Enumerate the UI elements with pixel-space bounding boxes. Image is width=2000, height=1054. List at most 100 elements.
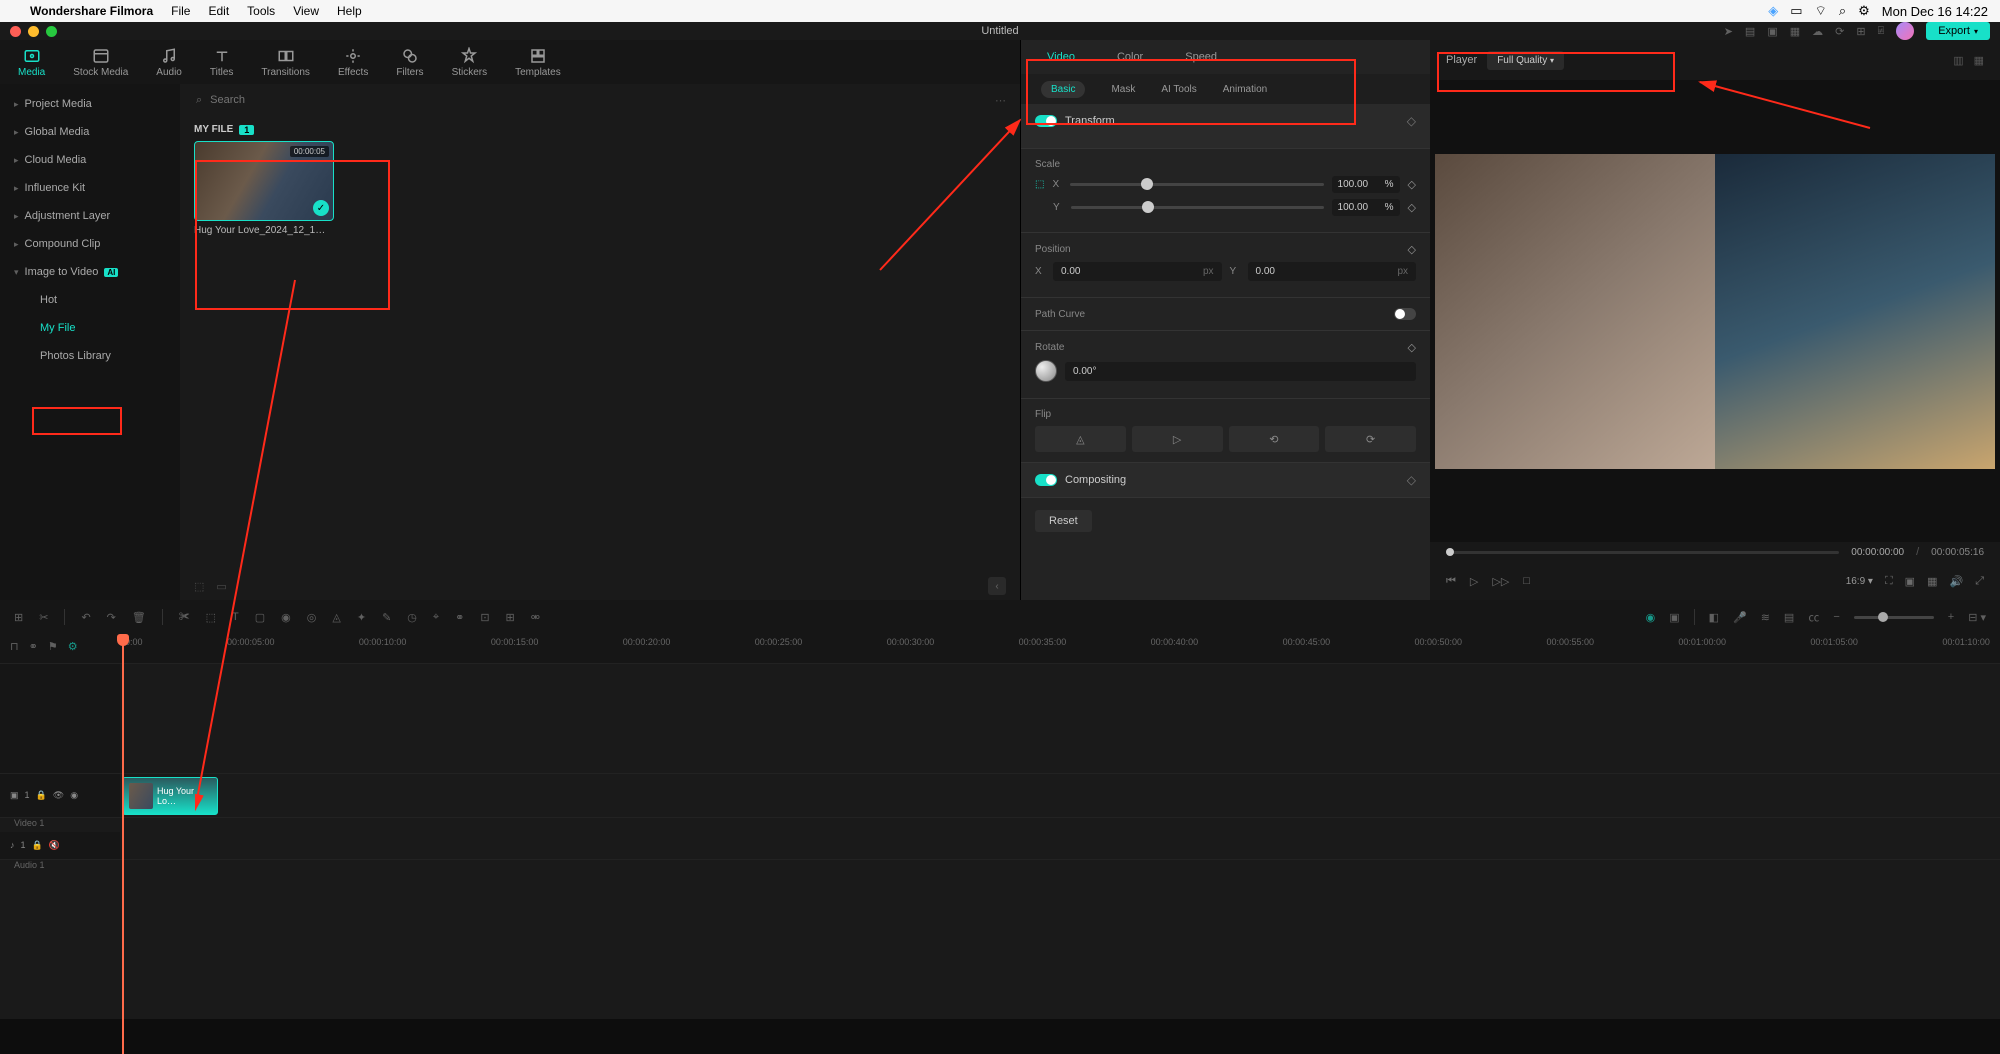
flip-horizontal-button[interactable]: ◬ <box>1035 426 1126 452</box>
tl-settings-icon[interactable]: ⚙ <box>68 640 78 653</box>
tl-edit-icon[interactable]: ✎ <box>382 611 391 624</box>
window-minimize[interactable] <box>28 26 39 37</box>
tab-effects[interactable]: Effects <box>338 47 368 78</box>
audio-track-1[interactable]: ♪1🔒🔇 <box>0 832 2000 860</box>
tl-b-icon[interactable]: ⊞ <box>506 611 515 624</box>
sidebar-item-project-media[interactable]: ▸Project Media <box>0 90 180 118</box>
expand-icon[interactable]: ⤢ <box>1975 575 1984 588</box>
transform-keyframe-icon[interactable]: ◇ <box>1407 114 1416 128</box>
tl-a-icon[interactable]: ⊡ <box>480 611 489 624</box>
tl-track2-icon[interactable]: ◎ <box>307 611 317 624</box>
tl-sparkle-icon[interactable]: ✦ <box>357 611 366 624</box>
app-name[interactable]: Wondershare Filmora <box>30 4 153 18</box>
timeline-clip[interactable]: Hug Your Lo… <box>122 777 218 815</box>
rotate-keyframe-icon[interactable]: ◇ <box>1408 341 1416 354</box>
menu-tools[interactable]: Tools <box>247 4 275 18</box>
stop-icon[interactable]: □ <box>1523 575 1530 587</box>
tl-redo-icon[interactable]: ↷ <box>107 611 116 624</box>
tl-scissors-icon[interactable]: ✂ <box>39 611 48 624</box>
tl-link-icon[interactable]: ⚭ <box>455 611 464 624</box>
compositing-keyframe-icon[interactable]: ◇ <box>1407 473 1416 487</box>
compositing-toggle[interactable] <box>1035 474 1057 486</box>
tl-track1-icon[interactable]: ◉ <box>281 611 291 624</box>
menu-file[interactable]: File <box>171 4 190 18</box>
tl-focus-icon[interactable]: ⌖ <box>433 611 439 624</box>
lock-icon[interactable]: ⬚ <box>1035 179 1044 190</box>
inspector-subtab-basic[interactable]: Basic <box>1041 81 1085 98</box>
preview-canvas[interactable] <box>1430 80 2000 542</box>
inspector-tab-video[interactable]: Video <box>1041 47 1081 67</box>
tab-stock-media[interactable]: Stock Media <box>73 47 128 78</box>
position-keyframe-icon[interactable]: ◇ <box>1408 243 1416 256</box>
volume-icon[interactable]: 🔊 <box>1949 575 1963 588</box>
sidebar-item-adjustment-layer[interactable]: ▸Adjustment Layer <box>0 202 180 230</box>
rotate-knob[interactable] <box>1035 360 1057 382</box>
tab-stickers[interactable]: Stickers <box>452 47 488 78</box>
panel2-icon[interactable]: ▦ <box>1790 25 1800 38</box>
inspector-tab-speed[interactable]: Speed <box>1179 47 1223 67</box>
sidebar-item-compound-clip[interactable]: ▸Compound Clip <box>0 230 180 258</box>
tl-preview-icon[interactable]: ▣ <box>1669 611 1679 624</box>
scale-y-keyframe-icon[interactable]: ◇ <box>1408 201 1416 214</box>
inspector-tab-color[interactable]: Color <box>1111 47 1149 67</box>
flip-vertical-button[interactable]: ▷ <box>1132 426 1223 452</box>
sidebar-item-global-media[interactable]: ▸Global Media <box>0 118 180 146</box>
tl-zoomout-icon[interactable]: − <box>1833 611 1839 623</box>
prev-frame-icon[interactable]: ⏮ <box>1446 575 1456 588</box>
tl-zoom-slider[interactable] <box>1854 616 1934 619</box>
tl-link2-icon[interactable]: ⚭ <box>29 640 38 653</box>
grid-icon[interactable]: ⊞ <box>1856 25 1865 38</box>
compare-icon[interactable]: ▥ <box>1953 54 1963 67</box>
menu-edit[interactable]: Edit <box>208 4 229 18</box>
more-icon[interactable]: ⋯ <box>995 94 1006 107</box>
clock[interactable]: Mon Dec 16 14:22 <box>1882 4 1988 19</box>
bell-icon[interactable]: ⍯ <box>1878 25 1885 38</box>
sidebar-item-image-to-video[interactable]: ▾Image to VideoAI <box>0 258 180 286</box>
rotate-value[interactable]: 0.00° <box>1065 362 1416 381</box>
tl-fit-icon[interactable]: ⊟ ▾ <box>1968 611 1986 624</box>
tab-media[interactable]: Media <box>18 47 45 78</box>
battery-icon[interactable]: ▭ <box>1790 3 1802 19</box>
scale-x-value[interactable]: 100.00% <box>1332 176 1400 193</box>
tab-audio[interactable]: Audio <box>156 47 182 78</box>
tl-auto-icon[interactable]: ◉ <box>1646 611 1656 624</box>
position-x-input[interactable]: 0.00px <box>1053 262 1222 281</box>
tl-undo-icon[interactable]: ↶ <box>81 611 90 624</box>
import-icon[interactable]: ⬚ <box>194 580 204 593</box>
tl-render-icon[interactable]: ▤ <box>1784 611 1794 624</box>
inspector-subtab-ai-tools[interactable]: AI Tools <box>1161 84 1196 95</box>
tl-color-icon[interactable]: ◬ <box>332 611 340 624</box>
control-center-icon[interactable]: ⚙ <box>1858 3 1870 19</box>
tl-marker-icon[interactable]: ◧ <box>1709 611 1719 624</box>
export-button[interactable]: Export▾ <box>1926 22 1990 40</box>
playhead[interactable] <box>122 634 124 1054</box>
transform-toggle[interactable] <box>1035 115 1057 127</box>
refresh-icon[interactable]: ⟳ <box>1835 25 1844 38</box>
tl-cc-icon[interactable]: ㏄ <box>1808 609 1819 625</box>
tl-mixer-icon[interactable]: ≋ <box>1761 611 1770 624</box>
next-frame-icon[interactable]: ▷▷ <box>1492 575 1509 588</box>
inspector-subtab-animation[interactable]: Animation <box>1223 84 1267 95</box>
quality-select[interactable]: Full Quality ▾ <box>1487 51 1564 70</box>
scale-y-value[interactable]: 100.00% <box>1332 199 1400 216</box>
user-avatar[interactable] <box>1896 22 1914 40</box>
rotate-cw-button[interactable]: ⟲ <box>1229 426 1320 452</box>
tl-delete-icon[interactable]: 🗑 <box>132 611 146 624</box>
window-close[interactable] <box>10 26 21 37</box>
tl-zoomin-icon[interactable]: + <box>1948 611 1954 623</box>
timeline-ruler[interactable]: ⊓ ⚭ ⚑ ⚙ 00:00 00:00:05:00 00:00:10:00 00… <box>0 634 2000 664</box>
scale-x-slider[interactable] <box>1070 183 1323 186</box>
panel-icon[interactable]: ▣ <box>1767 25 1777 38</box>
rotate-ccw-button[interactable]: ⟳ <box>1325 426 1416 452</box>
snapshot-icon[interactable]: ▦ <box>1974 54 1984 67</box>
collapse-sidebar-button[interactable]: ‹ <box>988 577 1006 595</box>
diamond-icon[interactable]: ◈ <box>1768 3 1778 19</box>
folder-icon[interactable]: ▭ <box>216 580 226 593</box>
tl-mic-icon[interactable]: 🎤 <box>1733 611 1747 624</box>
search-input[interactable] <box>210 94 1004 106</box>
save-icon[interactable]: ▤ <box>1745 25 1755 38</box>
fullscreen-icon[interactable]: ⛶ <box>1885 575 1893 588</box>
sidebar-item-influence-kit[interactable]: ▸Influence Kit <box>0 174 180 202</box>
tl-magnet-icon[interactable]: ⊓ <box>10 640 19 653</box>
tl-group-icon[interactable]: ⊞ <box>14 611 23 624</box>
